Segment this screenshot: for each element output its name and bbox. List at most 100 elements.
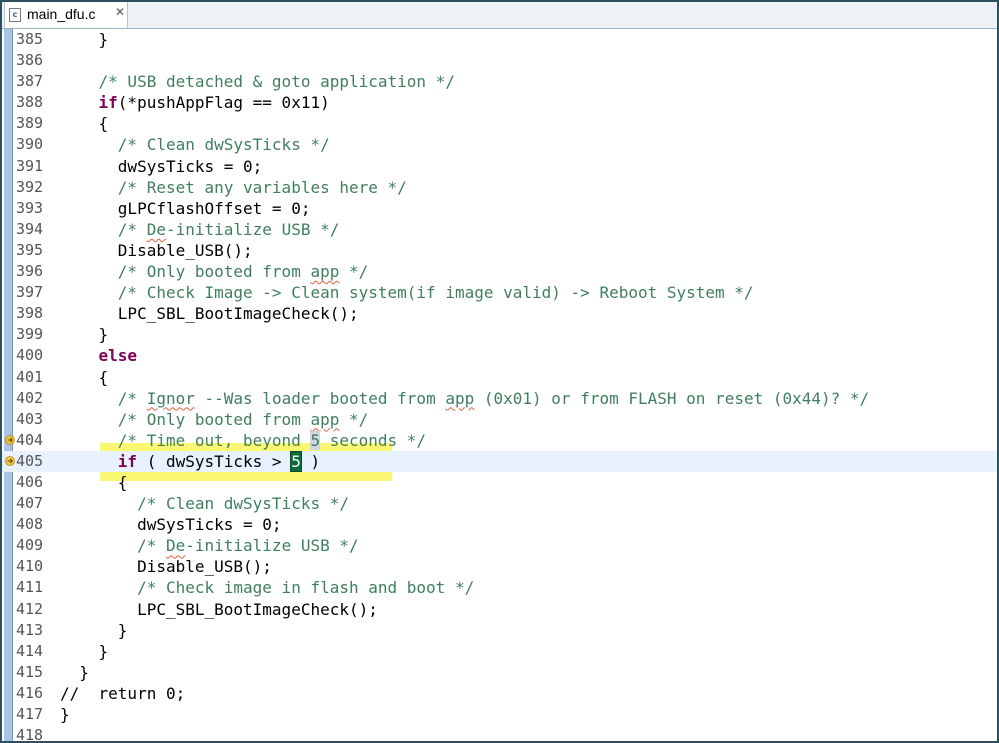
code-line[interactable]: 414 } <box>2 641 997 662</box>
code-token: } <box>60 30 109 49</box>
editor-tab-bar: c main_dfu.c ✕ <box>2 2 997 29</box>
code-token: Disable_USB(); <box>60 557 272 577</box>
code-line[interactable]: 413 } <box>2 620 997 641</box>
line-number: 414 <box>16 641 44 660</box>
code-token: LPC_SBL_BootImageCheck(); <box>60 599 378 619</box>
code-line[interactable]: 415 } <box>2 662 997 683</box>
line-number: 392 <box>16 177 44 196</box>
code-line[interactable]: 410 Disable_USB(); <box>2 556 997 577</box>
code-token: dwSysTicks = 0; <box>60 515 282 535</box>
code-token: } <box>60 641 109 661</box>
code-line[interactable]: 385 } <box>2 29 997 50</box>
code-text: /* Only booted from app */ <box>60 409 368 430</box>
line-number: 407 <box>16 494 44 513</box>
code-line[interactable]: 409 /* De-initialize USB */ <box>2 535 997 556</box>
code-line[interactable]: 418 <box>2 725 997 741</box>
code-line[interactable]: 395 Disable_USB(); <box>2 240 997 261</box>
code-line[interactable]: 411 /* Check image in flash and boot */ <box>2 577 997 598</box>
line-number: 391 <box>16 156 44 175</box>
comment-token: /* <box>117 388 147 408</box>
code-text: { <box>60 472 128 493</box>
code-line[interactable]: 396 /* Only booted from app */ <box>2 261 997 282</box>
code-token: gLPCflashOffset = 0; <box>60 198 311 218</box>
comment-token: De <box>146 219 166 239</box>
code-text: /* Check Image -> Clean system(if image … <box>60 282 754 303</box>
code-line[interactable]: 394 /* De-initialize USB */ <box>2 219 997 240</box>
line-number: 412 <box>16 599 44 618</box>
code-text: { <box>60 113 109 134</box>
code-token: { <box>60 472 128 492</box>
comment-token: -initialize USB */ <box>185 536 359 556</box>
comment-token: /* Reset any variables here */ <box>117 177 407 197</box>
comment-token: (0x01) or from FLASH on reset (0x44)? */ <box>474 388 870 408</box>
code-token: dwSysTicks = 0; <box>60 156 263 176</box>
code-line[interactable]: 388 if(*pushAppFlag == 0x11) <box>2 92 997 113</box>
code-token: // return 0; <box>60 683 186 703</box>
comment-token: /* Check Image -> Clean system(if image … <box>117 283 754 303</box>
code-token: LPC_SBL_BootImageCheck(); <box>60 304 359 324</box>
editor-window: c main_dfu.c ✕ 385 } 386 387 /* USB detach… <box>0 0 999 743</box>
code-line[interactable]: 386 <box>2 50 997 71</box>
code-line[interactable]: 392 /* Reset any variables here */ <box>2 177 997 198</box>
comment-token: 5 <box>310 430 321 450</box>
code-token: } <box>60 662 89 682</box>
code-line[interactable]: 398 LPC_SBL_BootImageCheck(); <box>2 303 997 324</box>
line-number: 416 <box>16 683 44 702</box>
code-line[interactable]: 389 { <box>2 113 997 134</box>
code-text: dwSysTicks = 0; <box>60 514 282 535</box>
code-line[interactable]: 390 /* Clean dwSysTicks */ <box>2 134 997 155</box>
line-number: 411 <box>16 578 44 597</box>
code-line[interactable]: 405 if ( dwSysTicks > 5 ) <box>2 450 997 472</box>
code-text: { <box>60 367 109 388</box>
line-number: 400 <box>16 346 44 365</box>
code-text: Disable_USB(); <box>60 556 272 577</box>
code-line[interactable]: 387 /* USB detached & goto application *… <box>2 71 997 92</box>
line-number: 415 <box>16 662 44 681</box>
c-file-icon: c <box>9 8 21 22</box>
code-line[interactable]: 399 } <box>2 324 997 345</box>
code-token: (*pushAppFlag == 0x11) <box>117 93 330 113</box>
comment-token: */ <box>339 409 369 429</box>
close-icon[interactable]: ✕ <box>113 5 127 19</box>
code-text: dwSysTicks = 0; <box>60 156 263 177</box>
comment-token: /* Clean dwSysTicks */ <box>117 135 330 155</box>
code-editor[interactable]: 385 } 386 387 /* USB detached & goto appli… <box>2 29 997 741</box>
code-text: /* De-initialize USB */ <box>60 219 340 240</box>
tab-label: main_dfu.c <box>27 6 96 22</box>
code-line[interactable]: 403 /* Only booted from app */ <box>2 409 997 430</box>
line-number: 406 <box>16 472 44 491</box>
code-line[interactable]: 416 // return 0; <box>2 683 997 704</box>
code-line[interactable]: 412 LPC_SBL_BootImageCheck(); <box>2 599 997 620</box>
keyword-token: if <box>117 451 138 471</box>
code-text: /* Clean dwSysTicks */ <box>60 134 330 155</box>
tab-main-dfu-c[interactable]: c main_dfu.c ✕ <box>4 2 128 28</box>
code-line[interactable]: 393 gLPCflashOffset = 0; <box>2 198 997 219</box>
code-line[interactable]: 404 /* Time out, beyond 5 seconds */ <box>2 430 997 451</box>
code-token: { <box>60 114 109 134</box>
code-line[interactable]: 406 { <box>2 472 997 493</box>
code-text: } <box>60 662 89 683</box>
comment-token: seconds */ <box>320 430 427 450</box>
code-text: /* Reset any variables here */ <box>60 177 407 198</box>
code-line[interactable]: 408 dwSysTicks = 0; <box>2 514 997 535</box>
code-line[interactable]: 400 else <box>2 345 997 366</box>
code-line[interactable]: 397 /* Check Image -> Clean system(if im… <box>2 282 997 303</box>
code-token: Disable_USB(); <box>60 240 253 260</box>
code-line[interactable]: 401 { <box>2 367 997 388</box>
code-line[interactable]: 402 /* Ignor --Was loader booted from ap… <box>2 388 997 409</box>
code-line[interactable]: 417} <box>2 704 997 725</box>
line-number: 390 <box>16 135 44 154</box>
code-line[interactable]: 407 /* Clean dwSysTicks */ <box>2 493 997 514</box>
code-token: } <box>60 705 70 724</box>
code-line[interactable]: 391 dwSysTicks = 0; <box>2 156 997 177</box>
line-number: 387 <box>16 72 44 91</box>
code-text: /* USB detached & goto application */ <box>60 71 455 92</box>
line-number: 401 <box>16 367 44 386</box>
